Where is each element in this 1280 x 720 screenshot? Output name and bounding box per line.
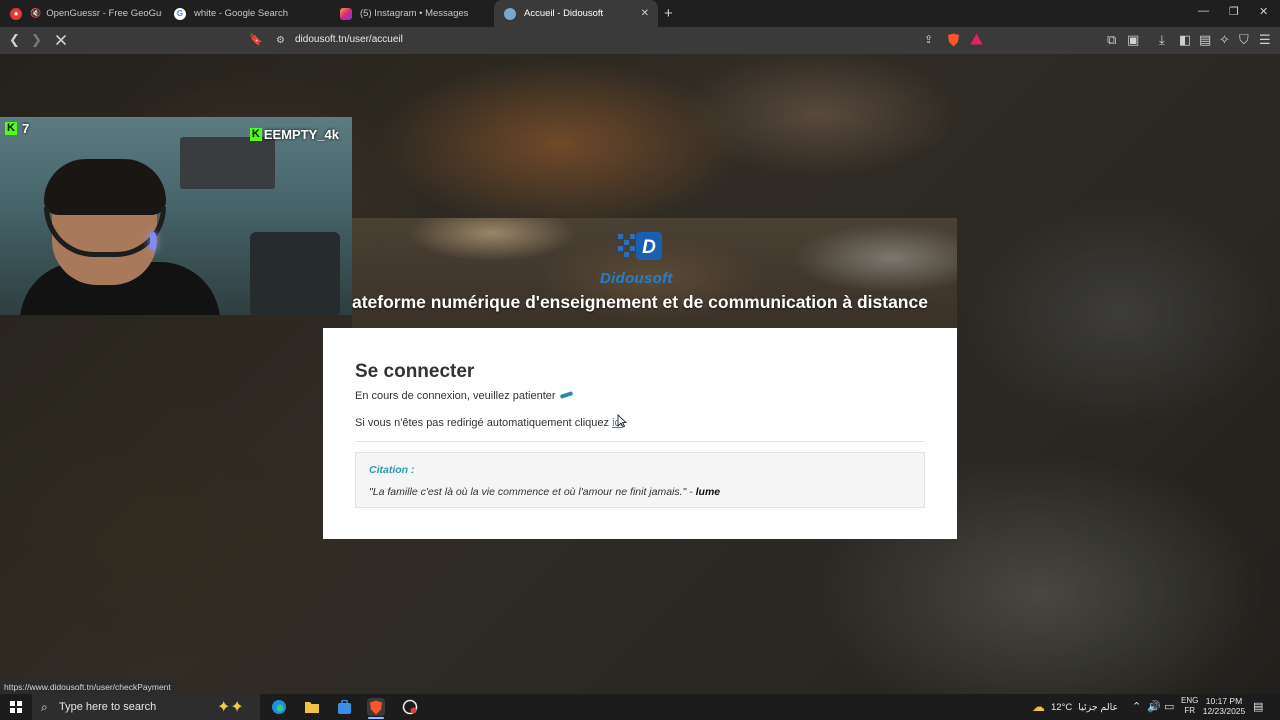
quote-body: "La famille c'est là où la vie commence … [369, 486, 696, 498]
weather-condition: عالم جزئيا [1078, 701, 1119, 713]
input-language[interactable]: ENG FR [1181, 696, 1198, 716]
headset-light [150, 232, 156, 250]
loading-indicator [559, 391, 574, 399]
mouse-cursor-icon [617, 414, 627, 428]
divider [355, 441, 925, 442]
tab-instagram[interactable]: (5) Instagram • Messages [330, 0, 494, 27]
browser-toolbar: ❮ ❯ 🔖 ⚙ didousoft.tn/user/accueil ⇪ ⧉ ▣ … [0, 27, 1280, 54]
tab-label: white - Google Search [194, 8, 288, 19]
google-icon: G [174, 7, 186, 20]
search-icon: ⌕ [41, 700, 48, 714]
windows-taskbar: ⌕ Type here to search ✦✦ ☁ 12°C عالم جزئ… [0, 694, 1280, 720]
kick-logo-icon: K [5, 122, 17, 135]
restore-icon[interactable]: ❐ [1229, 5, 1239, 18]
search-highlight-icon: ✦✦ [217, 699, 244, 716]
clock-date: 12/23/2025 [1202, 706, 1246, 716]
tab-google-search[interactable]: G white - Google Search [164, 0, 328, 27]
hero-title: ateforme numérique d'enseignement et de … [352, 292, 928, 312]
forward-icon[interactable]: ❯ [31, 33, 42, 47]
brave-rewards-icon[interactable] [970, 33, 983, 48]
menu-icon[interactable]: ☰ [1259, 33, 1271, 47]
system-clock[interactable]: 10:17 PM 12/23/2025 [1202, 696, 1246, 716]
quote-label: Citation : [369, 464, 415, 476]
store-app-icon[interactable] [335, 698, 353, 716]
didousoft-icon [504, 7, 516, 20]
extensions-icon[interactable]: ⧉ [1107, 33, 1116, 47]
wallet-icon[interactable]: ▤ [1199, 33, 1211, 47]
search-placeholder: Type here to search [59, 701, 157, 713]
vpn-icon[interactable]: ⛉ [1239, 33, 1249, 47]
tab-label: (5) Instagram • Messages [360, 8, 469, 19]
webcam-overlay: K 7 K EEMPTY_4k [0, 117, 352, 315]
viewer-counter: K 7 [5, 121, 29, 136]
instagram-icon [340, 7, 352, 20]
close-window-icon[interactable]: ✕ [1259, 5, 1268, 18]
mute-icon[interactable]: 🔇 [30, 8, 41, 19]
show-hidden-icons-icon[interactable]: ⌃ [1132, 700, 1141, 713]
brave-shields-icon[interactable] [947, 33, 960, 50]
page-title: Se connecter [355, 361, 475, 382]
language-secondary: FR [1184, 706, 1195, 715]
language-primary: ENG [1181, 696, 1199, 705]
weather-widget[interactable]: ☁ 12°C عالم جزئيا [1032, 694, 1118, 720]
redirect-text: Si vous n'êtes pas redirigé automatiquem… [355, 417, 610, 429]
active-app-indicator [368, 717, 384, 719]
url-text[interactable]: didousoft.tn/user/accueil [295, 34, 403, 45]
temperature: 12°C [1051, 701, 1073, 713]
minimize-icon[interactable]: — [1198, 5, 1209, 17]
chair [250, 232, 340, 315]
bookmark-icon[interactable]: 🔖 [249, 33, 263, 47]
brave-app-icon[interactable] [367, 698, 385, 716]
leo-ai-icon[interactable]: ✧ [1219, 33, 1230, 47]
tab-label: OpenGuessr - Free GeoGuessr Al [46, 8, 162, 19]
connection-status: En cours de connexion, veuillez patiente… [355, 390, 556, 402]
sidebar-icon[interactable]: ◧ [1179, 33, 1191, 47]
edge-app-icon[interactable] [270, 698, 288, 716]
taskbar-search[interactable]: ⌕ Type here to search ✦✦ [32, 694, 260, 720]
loading-spinner-icon[interactable] [55, 34, 67, 46]
wall-art [180, 137, 275, 189]
new-tab-icon[interactable]: + [664, 5, 673, 22]
tab-label: Accueil - Didousoft [524, 8, 604, 19]
svg-text:D: D [642, 237, 656, 258]
quote-text: "La famille c'est là où la vie commence … [369, 486, 720, 498]
quote-author: lume [695, 486, 721, 498]
share-icon[interactable]: ⇪ [924, 33, 933, 47]
quote-box: Citation : "La famille c'est là où la vi… [355, 452, 925, 508]
recording-app-icon[interactable] [401, 698, 419, 716]
viewer-count: 7 [22, 121, 30, 136]
login-card: Se connecter En cours de connexion, veui… [323, 328, 957, 539]
brand-name: Didousoft [600, 270, 673, 287]
download-icon[interactable]: ⤓ [1159, 33, 1165, 47]
site-settings-icon[interactable]: ⚙ [276, 34, 285, 48]
page-viewport: K 7 K EEMPTY_4k D Didousoft ateforme num… [0, 54, 1280, 694]
status-bar-url: https://www.didousoft.tn/user/checkPayme… [0, 680, 176, 694]
notification-icon[interactable]: ▤ [1253, 700, 1263, 713]
hero-banner: D Didousoft ateforme numérique d'enseign… [352, 218, 957, 328]
didousoft-logo-icon: D [618, 232, 662, 260]
file-explorer-icon[interactable] [303, 698, 321, 716]
tab-search-icon[interactable]: ▣ [1127, 33, 1139, 47]
kick-logo-icon: K [249, 128, 262, 141]
streamer-tag: K EEMPTY_4k [249, 127, 339, 142]
browser-tab-strip: ● 🔇 OpenGuessr - Free GeoGuessr Al G whi… [0, 0, 1280, 27]
tab-openguessr[interactable]: ● 🔇 OpenGuessr - Free GeoGuessr Al [0, 0, 162, 27]
network-icon[interactable]: ▭ [1164, 700, 1174, 713]
volume-icon[interactable]: 🔊 [1147, 700, 1161, 713]
clock-time: 10:17 PM [1205, 696, 1243, 706]
tab-didousoft[interactable]: Accueil - Didousoft ✕ [494, 0, 658, 27]
close-tab-icon[interactable]: ✕ [641, 8, 649, 19]
streamer-name: EEMPTY_4k [263, 127, 339, 142]
back-icon[interactable]: ❮ [9, 33, 20, 47]
redirect-message: Si vous n'êtes pas redirigé automatiquem… [355, 417, 622, 429]
weather-icon: ☁ [1032, 699, 1045, 714]
start-button-icon[interactable] [10, 701, 22, 713]
openguessr-icon: ● [10, 7, 22, 20]
